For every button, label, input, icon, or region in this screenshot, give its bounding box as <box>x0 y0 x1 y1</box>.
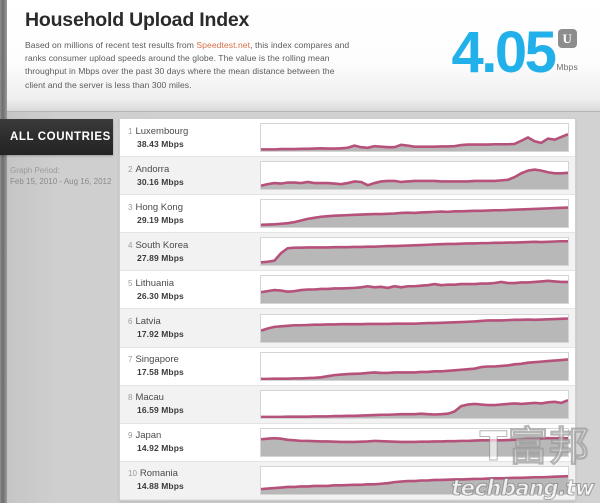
page-description: Based on millions of recent test results… <box>25 39 355 92</box>
row-label: 9 Japan 14.92 Mbps <box>128 430 260 454</box>
country-label: Romania <box>139 468 178 480</box>
sidebar-item-label: ALL COUNTRIES <box>10 131 111 143</box>
rank-number: 6 <box>128 317 133 327</box>
rank-number: 8 <box>128 393 133 403</box>
sparkline-chart[interactable] <box>260 427 569 457</box>
speed-value: 17.92 Mbps <box>137 329 184 340</box>
index-value: 4.05 <box>451 20 557 85</box>
table-row[interactable]: 7 Singapore 17.58 Mbps <box>120 347 575 386</box>
table-row[interactable]: 10 Romania 14.88 Mbps <box>120 461 575 500</box>
rank-number: 10 <box>128 469 137 479</box>
left-edge-bar <box>0 0 7 503</box>
row-label: 10 Romania 14.88 Mbps <box>128 468 260 492</box>
country-name: 5 Lithuania <box>128 278 260 290</box>
index-value-side: U Mbps <box>556 26 578 72</box>
sparkline-chart[interactable] <box>260 275 569 305</box>
country-ranking-list: 1 Luxembourg 38.43 Mbps 2 Andorra 30.16 Mbps 3… <box>119 118 576 501</box>
country-label: Japan <box>135 430 162 442</box>
speedtest-link[interactable]: Speedtest.net <box>196 40 250 50</box>
country-label: Andorra <box>135 163 170 175</box>
table-row[interactable]: 4 South Korea 27.89 Mbps <box>120 233 575 272</box>
sparkline-chart[interactable] <box>260 465 569 495</box>
sparkline-chart[interactable] <box>260 351 569 381</box>
rank-number: 5 <box>128 278 133 288</box>
sidebar-item-all-countries[interactable]: ALL COUNTRIES <box>0 119 113 155</box>
speed-value: 14.92 Mbps <box>137 443 184 454</box>
graph-period-range: Feb 15, 2010 - Aug 16, 2012 <box>10 177 112 186</box>
table-row[interactable]: 6 Latvia 17.92 Mbps <box>120 309 575 348</box>
speed-value: 38.43 Mbps <box>137 138 184 149</box>
rank-number: 9 <box>128 431 133 441</box>
speed-value: 16.59 Mbps <box>137 405 184 416</box>
row-label: 1 Luxembourg 38.43 Mbps <box>128 126 260 150</box>
country-name: 10 Romania <box>128 468 260 480</box>
country-label: South Korea <box>135 239 189 251</box>
sparkline-chart[interactable] <box>260 199 569 229</box>
row-label: 4 South Korea 27.89 Mbps <box>128 240 260 264</box>
row-label: 6 Latvia 17.92 Mbps <box>128 316 260 340</box>
table-row[interactable]: 2 Andorra 30.16 Mbps <box>120 157 575 196</box>
country-name: 2 Andorra <box>128 164 260 176</box>
sparkline-chart[interactable] <box>260 237 569 267</box>
index-value-cluster: 4.05 U Mbps <box>451 20 578 85</box>
country-label: Singapore <box>135 354 179 366</box>
rank-number: 7 <box>128 355 133 365</box>
row-label: 3 Hong Kong 29.19 Mbps <box>128 202 260 226</box>
speed-value: 26.30 Mbps <box>137 290 184 301</box>
country-label: Lithuania <box>135 277 175 289</box>
country-name: 6 Latvia <box>128 316 260 328</box>
table-row[interactable]: 8 Macau 16.59 Mbps <box>120 385 575 424</box>
index-value-unit: Mbps <box>556 62 578 72</box>
table-row[interactable]: 1 Luxembourg 38.43 Mbps <box>120 119 575 158</box>
speed-value: 29.19 Mbps <box>137 214 184 225</box>
country-label: Hong Kong <box>135 201 183 213</box>
speed-value: 17.58 Mbps <box>137 367 184 378</box>
sparkline-chart[interactable] <box>260 389 569 419</box>
table-row[interactable]: 3 Hong Kong 29.19 Mbps <box>120 195 575 234</box>
rank-number: 1 <box>128 126 133 136</box>
country-name: 9 Japan <box>128 430 260 442</box>
country-label: Luxembourg <box>135 125 189 137</box>
country-name: 1 Luxembourg <box>128 126 260 138</box>
table-row[interactable]: 5 Lithuania 26.30 Mbps <box>120 271 575 310</box>
country-name: 8 Macau <box>128 392 260 404</box>
country-name: 4 South Korea <box>128 240 260 252</box>
country-name: 3 Hong Kong <box>128 202 260 214</box>
sparkline-chart[interactable] <box>260 161 569 191</box>
row-label: 7 Singapore 17.58 Mbps <box>128 354 260 378</box>
speed-value: 30.16 Mbps <box>137 176 184 187</box>
sparkline-chart[interactable] <box>260 313 569 343</box>
rank-number: 2 <box>128 164 133 174</box>
row-label: 5 Lithuania 26.30 Mbps <box>128 278 260 302</box>
upload-badge-icon: U <box>557 29 577 48</box>
country-label: Macau <box>135 392 164 404</box>
speed-value: 27.89 Mbps <box>137 252 184 263</box>
rank-number: 3 <box>128 202 133 212</box>
speedtest-household-upload-index-page: Household Upload Index Based on millions… <box>0 0 600 503</box>
rank-number: 4 <box>128 240 133 250</box>
row-label: 2 Andorra 30.16 Mbps <box>128 164 260 188</box>
table-row[interactable]: 9 Japan 14.92 Mbps <box>120 423 575 462</box>
country-name: 7 Singapore <box>128 354 260 366</box>
country-label: Latvia <box>135 316 161 328</box>
sidebar: ALL COUNTRIES Graph Period: Feb 15, 2010… <box>0 119 113 187</box>
row-label: 8 Macau 16.59 Mbps <box>128 392 260 416</box>
graph-period: Graph Period: Feb 15, 2010 - Aug 16, 201… <box>0 165 113 187</box>
speed-value: 14.88 Mbps <box>137 481 184 492</box>
sparkline-chart[interactable] <box>260 123 569 153</box>
description-text-before: Based on millions of recent test results… <box>25 40 197 50</box>
graph-period-label: Graph Period: <box>10 166 60 175</box>
page-header: Household Upload Index Based on millions… <box>7 0 600 112</box>
